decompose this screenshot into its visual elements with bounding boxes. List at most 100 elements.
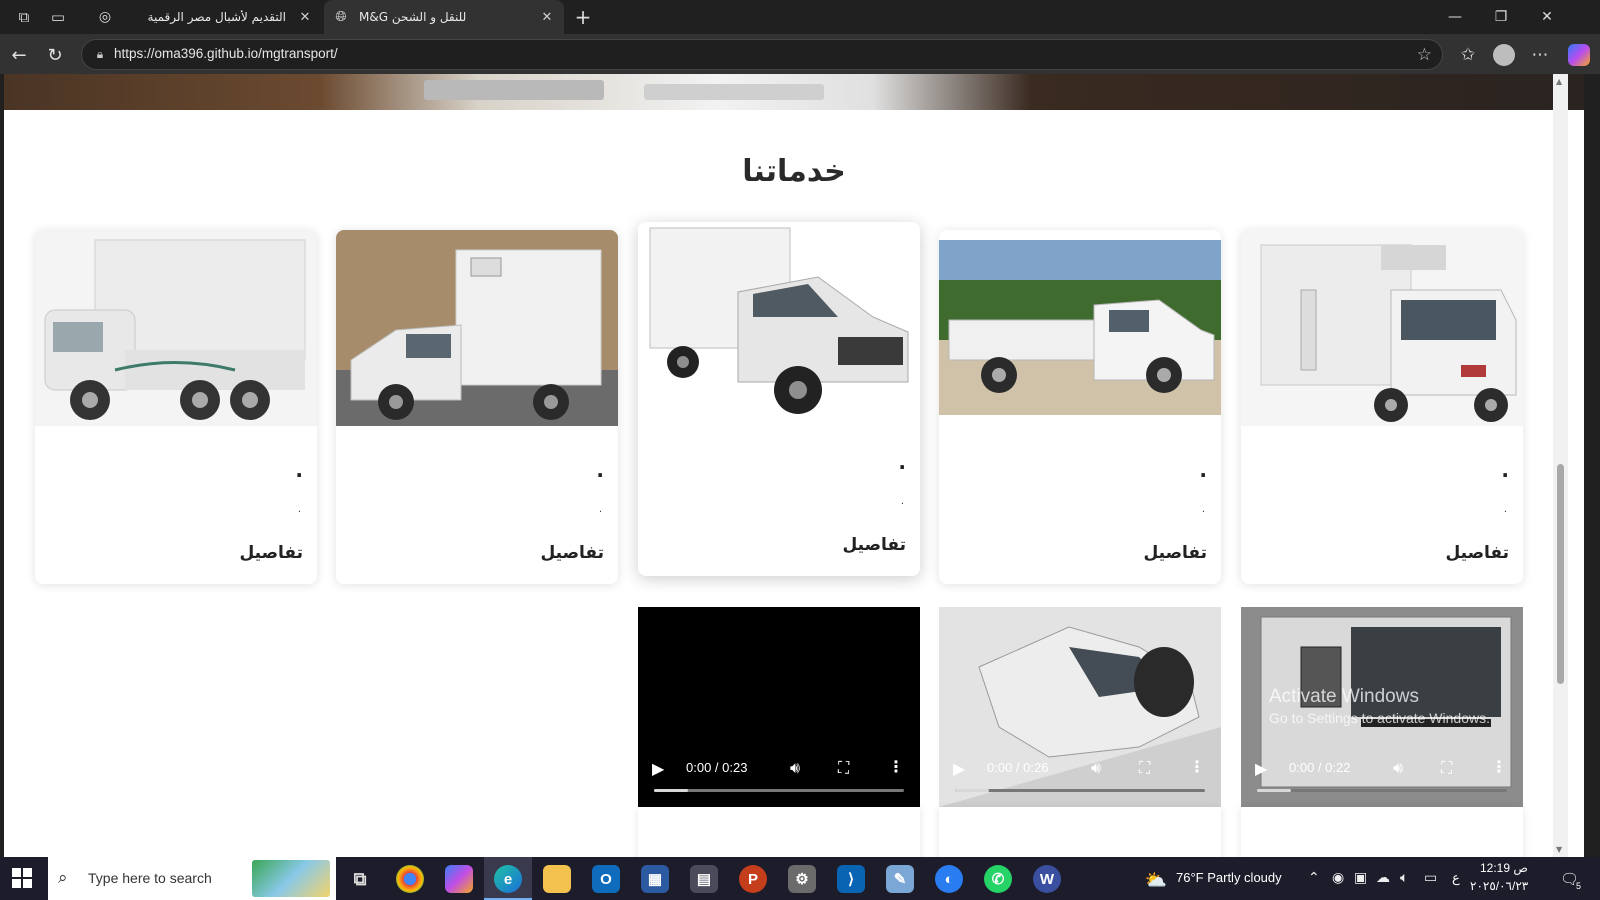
tab-mg-transport[interactable]: 🌐︎ M&G للنقل و الشحن ✕ — [324, 0, 564, 34]
card-bullet: . — [898, 450, 906, 474]
favorite-star-icon[interactable]: ☆ — [1417, 45, 1432, 65]
details-link[interactable]: تفاصيل — [842, 535, 906, 555]
address-bar[interactable]: 🔒︎ https://oma396.github.io/mgtransport/… — [81, 39, 1443, 70]
scroll-up-icon[interactable]: ▲ — [1556, 77, 1562, 86]
hero-image — [4, 74, 1584, 110]
back-arrow-icon[interactable]: ← — [6, 42, 32, 68]
close-window-button[interactable]: ✕ — [1524, 0, 1570, 34]
video-time: 0:00 / 0:23 — [686, 760, 748, 775]
video-menu-icon[interactable]: ⋮ — [1189, 757, 1205, 776]
edge-icon[interactable]: e — [494, 865, 522, 893]
url-text[interactable]: https://oma396.github.io/mgtransport/ — [114, 46, 338, 61]
whatsapp-icon[interactable]: ✆ — [984, 865, 1012, 893]
task-view-icon[interactable]: ⧉ — [346, 865, 374, 893]
windows-start-icon[interactable] — [12, 868, 32, 888]
display-icon[interactable]: ▭ — [1424, 870, 1437, 886]
volume-icon[interactable]: 🔊︎ — [1393, 758, 1403, 778]
minimize-button[interactable]: — — [1432, 0, 1478, 34]
details-link[interactable]: تفاصيل — [1143, 543, 1207, 563]
video-menu-icon[interactable]: ⋮ — [1491, 757, 1507, 776]
volume-muted-icon[interactable]: 🔈︎ — [1400, 870, 1408, 886]
watermark-subtitle: Go to Settings to activate Windows. — [1269, 710, 1490, 726]
tab-close-icon[interactable]: ✕ — [294, 10, 316, 25]
app-icon[interactable]: ⚙ — [788, 865, 816, 893]
copilot-icon[interactable] — [1568, 44, 1590, 66]
vscode-icon[interactable]: ⟩ — [837, 865, 865, 893]
video-progress-bar[interactable] — [1257, 789, 1507, 792]
play-icon[interactable]: ▶ — [652, 759, 664, 778]
new-tab-button[interactable]: + — [570, 4, 596, 30]
tab-close-icon[interactable]: ✕ — [536, 10, 558, 25]
app-circle-icon[interactable]: ◐ — [935, 865, 963, 893]
app-w-icon[interactable]: W — [1033, 865, 1061, 893]
details-link[interactable]: تفاصيل — [1445, 543, 1509, 563]
clock-date[interactable]: ٢٠٢٥/٠٦/٢٣ — [1470, 879, 1528, 893]
video-player[interactable]: ▶ 0:00 / 0:26 🔊︎ ⛶ ⋮ — [939, 607, 1221, 807]
tray-chevron-icon[interactable]: ⌃ — [1308, 870, 1320, 886]
watermark-title: Activate Windows — [1269, 686, 1419, 707]
taskbar-search[interactable]: ⌕ Type here to search — [48, 857, 336, 900]
play-icon[interactable]: ▶ — [953, 759, 965, 778]
details-link[interactable]: تفاصيل — [239, 543, 303, 563]
scroll-down-icon[interactable]: ▼ — [1556, 845, 1562, 854]
details-link[interactable]: تفاصيل — [540, 543, 604, 563]
tab-actions-icon[interactable]: ▭ — [48, 7, 68, 27]
video-time: 0:00 / 0:22 — [1289, 760, 1351, 775]
restore-button[interactable]: ❐ — [1478, 0, 1524, 34]
weather-text[interactable]: 76°F Partly cloudy — [1176, 870, 1282, 885]
tab-digital-egypt[interactable]: ◎ التقديم لأشبال مصر الرقمية ✕ — [88, 0, 322, 34]
card-bullet-small: . — [598, 504, 602, 515]
tab-favicon-icon: ◎ — [98, 9, 112, 25]
video-progress-bar[interactable] — [654, 789, 904, 792]
page-scrollbar[interactable]: ▲ ▼ — [1553, 74, 1568, 857]
tab-title: التقديم لأشبال مصر الرقمية — [147, 10, 286, 24]
play-icon[interactable]: ▶ — [1255, 759, 1267, 778]
refresh-icon[interactable]: ↻ — [42, 42, 68, 68]
tray-app-icon[interactable]: ◉ — [1332, 870, 1344, 886]
fullscreen-icon[interactable]: ⛶ — [1139, 758, 1150, 778]
card-bullet: . — [596, 458, 604, 482]
globe-icon: 🌐︎ — [335, 9, 347, 25]
truck-image — [1241, 230, 1523, 426]
fullscreen-icon[interactable]: ⛶ — [838, 758, 849, 778]
truck-image — [35, 230, 317, 426]
card-bullet-small: . — [900, 496, 904, 507]
video-progress-bar[interactable] — [955, 789, 1205, 792]
page-viewport: خدماتنا . . تفاصيل . . تفاصيل . . تفاصيل… — [4, 74, 1584, 857]
scrollbar-thumb[interactable] — [1557, 464, 1564, 684]
clock-time[interactable]: 12:19 ص — [1480, 861, 1528, 875]
workspaces-icon[interactable]: ⧉ — [14, 7, 34, 27]
service-card: . . تفاصيل — [336, 230, 618, 584]
video-menu-icon[interactable]: ⋮ — [888, 757, 904, 776]
paint-icon[interactable]: ✎ — [886, 865, 914, 893]
browser-tab-bar: ⧉ ▭ ◎ التقديم لأشبال مصر الرقمية ✕ 🌐︎ M&… — [0, 0, 1600, 34]
network-icon[interactable]: ▣ — [1354, 870, 1367, 886]
store-icon[interactable]: ▦ — [641, 865, 669, 893]
cloud-icon[interactable]: ☁ — [1376, 870, 1390, 886]
search-placeholder[interactable]: Type here to search — [88, 870, 212, 886]
video-player[interactable]: ▶ 0:00 / 0:23 🔊︎ ⛶ ⋮ — [638, 607, 920, 807]
weather-icon[interactable]: ⛅ — [1142, 866, 1170, 894]
more-menu-icon[interactable]: ⋯ — [1527, 42, 1553, 68]
service-card: . . تفاصيل — [939, 230, 1221, 584]
calculator-icon[interactable]: ▤ — [690, 865, 718, 893]
card-bullet: . — [1501, 458, 1509, 482]
input-language[interactable]: ع — [1452, 870, 1460, 886]
volume-icon[interactable]: 🔊︎ — [1091, 758, 1101, 778]
volume-icon[interactable]: 🔊︎ — [790, 758, 800, 778]
fullscreen-icon[interactable]: ⛶ — [1441, 758, 1452, 778]
video-controls: ▶ 0:00 / 0:26 🔊︎ ⛶ ⋮ — [939, 745, 1221, 807]
profile-avatar[interactable] — [1493, 44, 1515, 66]
favorites-icon[interactable]: ✩ — [1455, 42, 1481, 68]
file-explorer-icon[interactable] — [543, 865, 571, 893]
copilot-app-icon[interactable] — [445, 865, 473, 893]
outlook-icon[interactable]: O — [592, 865, 620, 893]
lock-icon[interactable]: 🔒︎ — [92, 46, 108, 62]
powerpoint-icon[interactable]: P — [739, 865, 767, 893]
card-bullet: . — [295, 458, 303, 482]
video-controls: ▶ 0:00 / 0:23 🔊︎ ⛶ ⋮ — [638, 745, 920, 807]
activate-windows-watermark: Activate Windows Go to Settings to activ… — [1269, 686, 1490, 726]
service-card-partial — [1241, 807, 1523, 857]
service-card: . . تفاصيل — [35, 230, 317, 584]
chrome-icon[interactable] — [396, 865, 424, 893]
